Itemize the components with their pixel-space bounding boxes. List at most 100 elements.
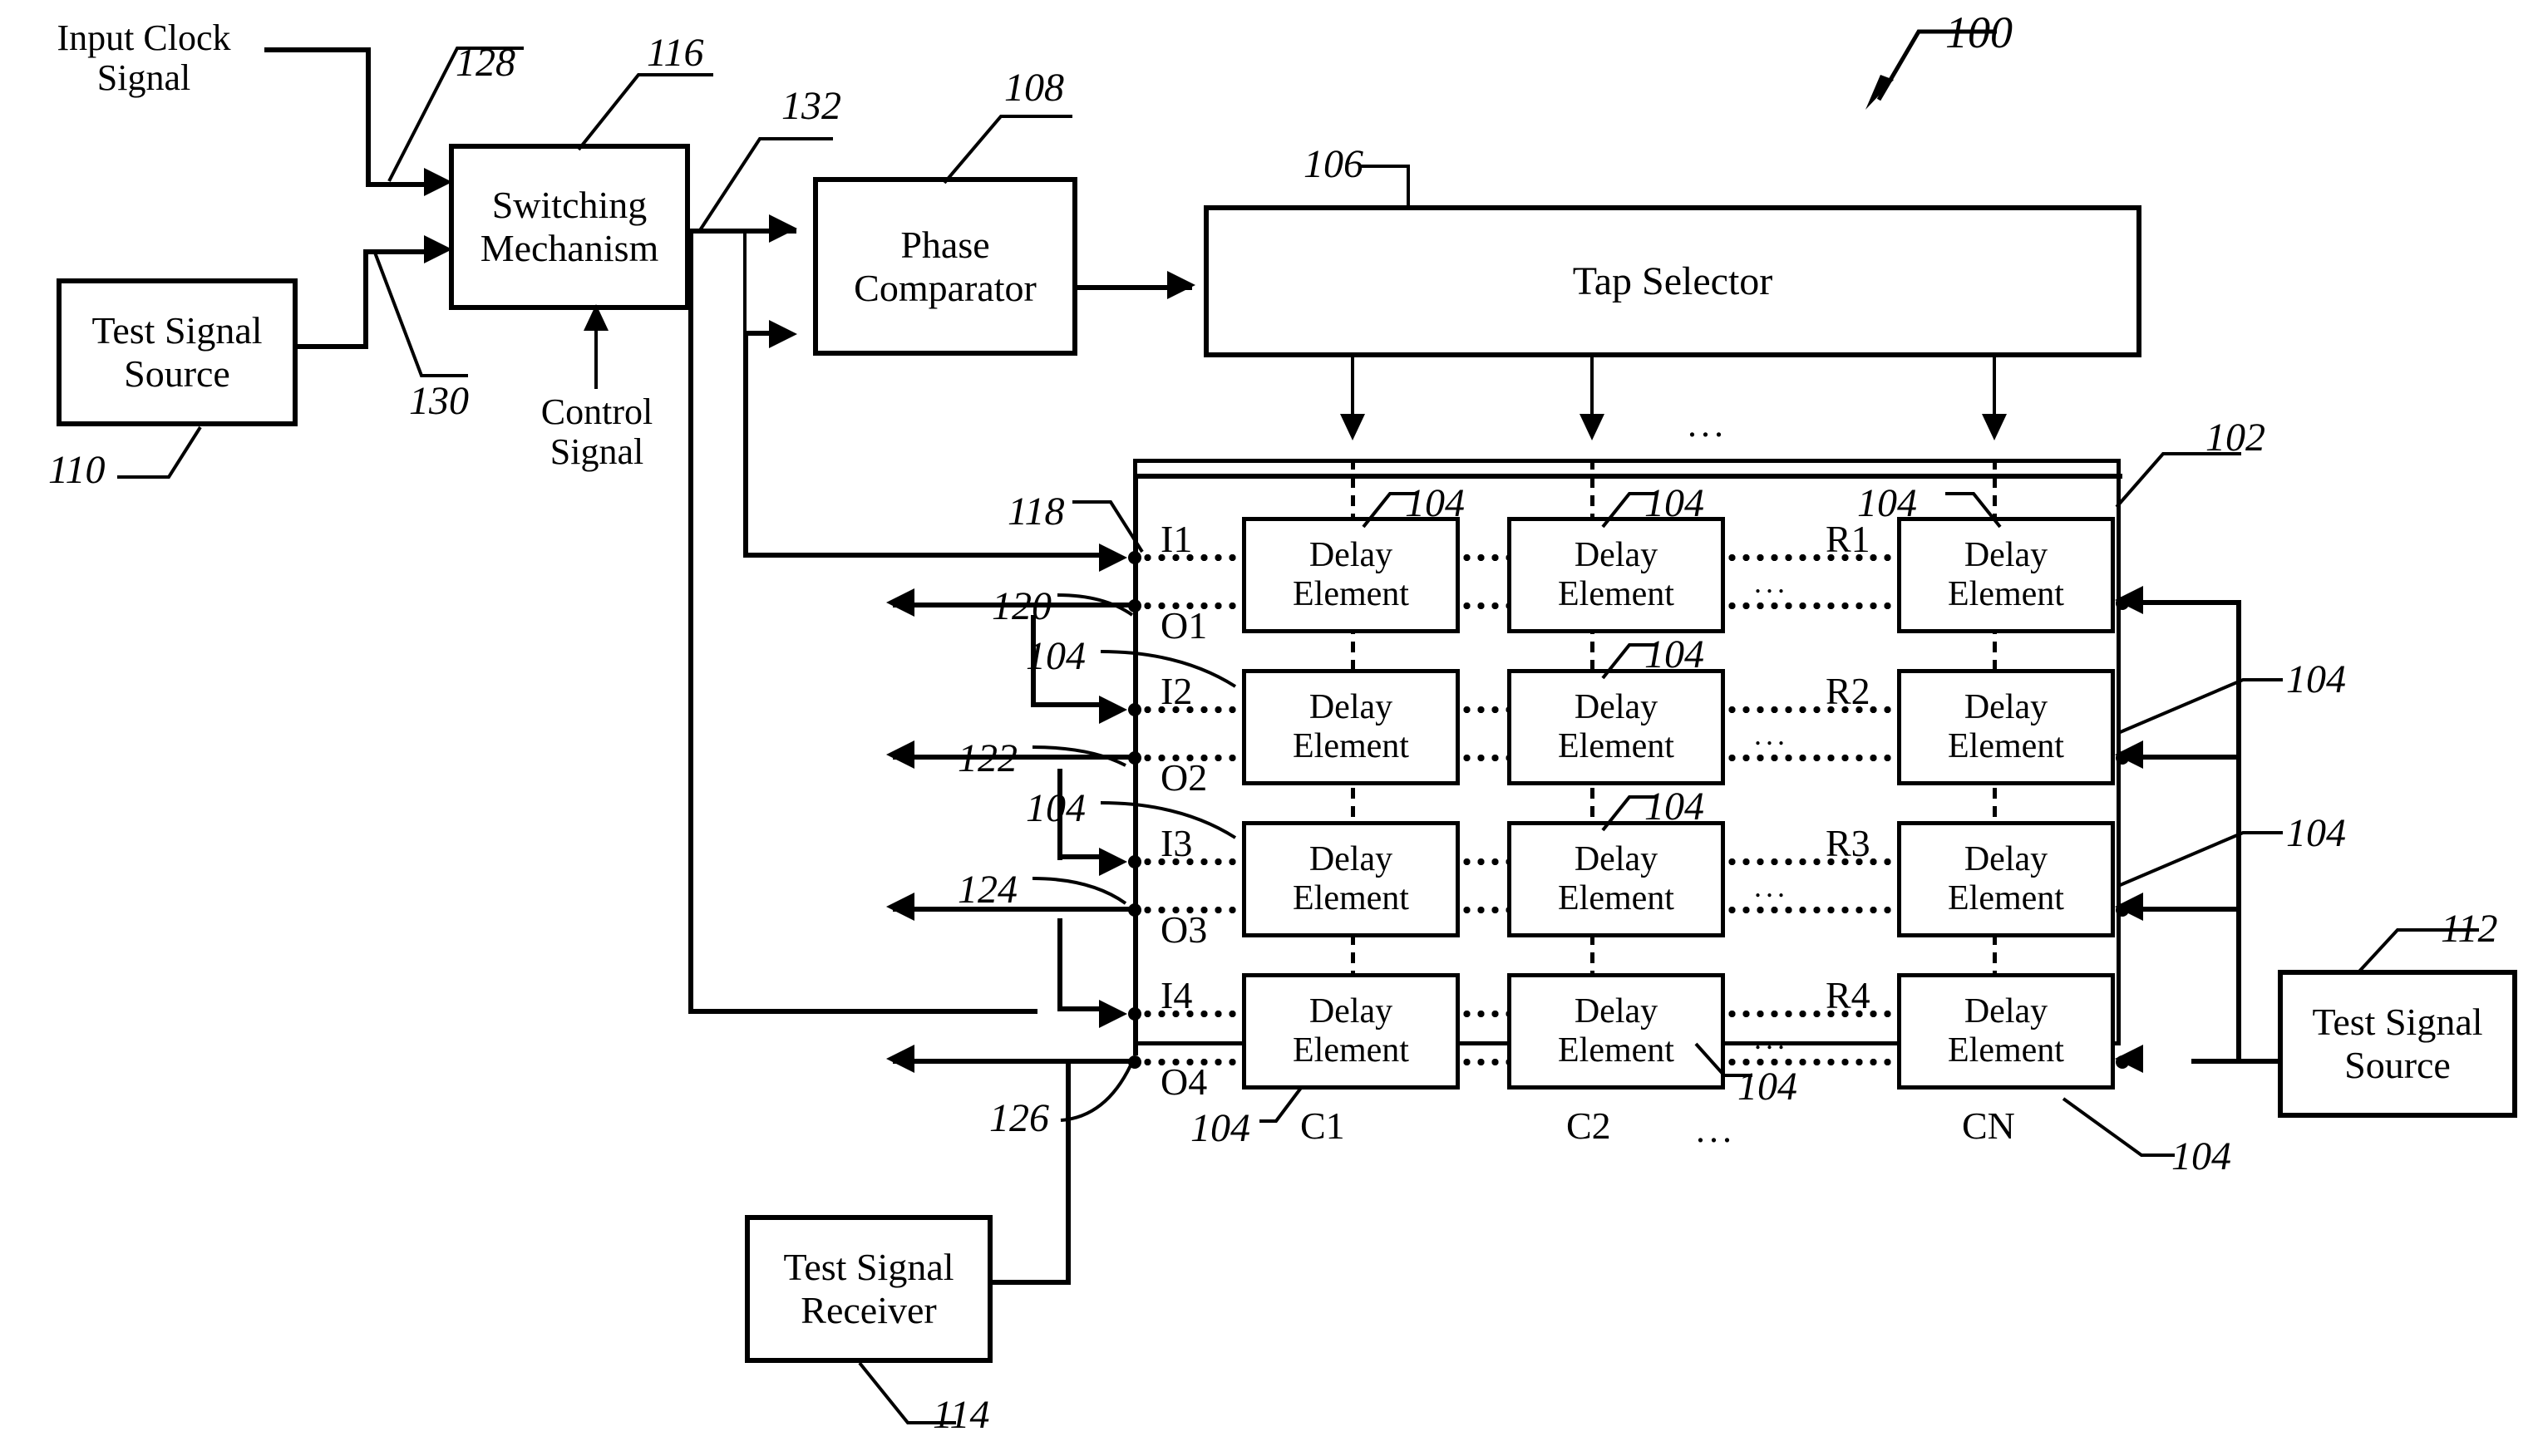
clock-wire-v (366, 47, 371, 187)
ref-104-r4c1: 104 (1190, 1106, 1250, 1150)
ref-100: 100 (1945, 7, 2013, 57)
dot-r3-c2cn-top (1725, 858, 1897, 865)
ref-102: 102 (2205, 416, 2265, 460)
delay-element-r2cn[interactable]: Delay Element (1897, 669, 2115, 785)
ref-104-r3cn-leader (2117, 823, 2289, 894)
tss-right-wire-h3 (2143, 907, 2241, 912)
i2-input-arrowhead (1099, 696, 1127, 724)
port-label-o1: O1 (1161, 604, 1208, 647)
i4-input-arrowhead (1099, 1000, 1127, 1028)
o1-out-arrowhead (886, 588, 914, 617)
ref-104-r3c2-leader (1599, 792, 1663, 839)
dot-r1-c2cn-top (1725, 554, 1897, 561)
o4-out-arrowhead (886, 1045, 914, 1073)
tss-left-wire-h1 (296, 344, 368, 349)
port-label-o2: O2 (1161, 756, 1208, 799)
switching-mechanism-box[interactable]: Switching Mechanism (449, 144, 690, 310)
switch-out-branch-v2 (743, 234, 747, 333)
ref-104-o1-area: 104 (1026, 634, 1086, 678)
control-signal-label: Control Signal (540, 391, 653, 473)
tap-col1-arrowhead (1340, 414, 1365, 440)
delay-element-r2c2[interactable]: Delay Element (1507, 669, 1725, 785)
i2-feed-h (1031, 702, 1107, 707)
ref-120-leader (1057, 592, 1141, 625)
node-i2 (1128, 703, 1141, 716)
ref-104-r1c2-leader (1599, 489, 1663, 535)
ref-104-r1c1-leader (1360, 489, 1423, 535)
row1-ellipsis: ... (1754, 566, 1789, 599)
dot-r2-c2cn-bot (1725, 755, 1897, 761)
ref-106: 106 (1304, 142, 1363, 186)
node-r4 (2116, 1055, 2129, 1069)
tap-coln-arrowhead (1982, 414, 2007, 440)
node-r2 (2116, 751, 2129, 765)
i1-feed-wire (743, 553, 1102, 558)
o2-out-arrowhead (886, 740, 914, 769)
dot-r2-c1c2-top (1460, 706, 1508, 713)
tap-col2-arrowhead (1580, 414, 1604, 440)
port-label-o4: O4 (1161, 1060, 1208, 1103)
ref-118: 118 (1008, 489, 1065, 534)
port-label-r2: R2 (1826, 670, 1870, 712)
delay-element-r3cn[interactable]: Delay Element (1897, 821, 2115, 937)
ref-104-o2-leader (1100, 798, 1242, 848)
dot-r1-c2cn-bot (1725, 603, 1897, 609)
dot-r3-c1c2-top (1460, 858, 1508, 865)
ref-104-r2c2-leader (1599, 640, 1663, 686)
col-label-c2: C2 (1566, 1104, 1611, 1147)
node-r1 (2116, 597, 2129, 610)
i4-feed-v (1057, 918, 1062, 1010)
ref-104-r1cn: 104 (1857, 481, 1917, 525)
ref-126: 126 (989, 1096, 1049, 1140)
delay-element-r4cn[interactable]: Delay Element (1897, 973, 2115, 1090)
patent-figure: Input Clock Signal 128 Test Signal Sourc… (0, 0, 2543, 1456)
port-label-r4: R4 (1826, 974, 1870, 1016)
dot-r2-c1c2-bot (1460, 755, 1508, 761)
control-signal-wire (594, 324, 598, 389)
dot-r4-c1c2-top (1460, 1011, 1508, 1017)
control-signal-arrowhead (584, 304, 609, 331)
port-label-i4: I4 (1161, 974, 1193, 1016)
ref-110: 110 (48, 448, 106, 492)
dot-r4-c2cn-top (1725, 1011, 1897, 1017)
tss-left-wire-v (363, 249, 368, 349)
delay-element-r3c1[interactable]: Delay Element (1242, 821, 1460, 937)
ref-128: 128 (456, 41, 515, 85)
delay-element-r3c2[interactable]: Delay Element (1507, 821, 1725, 937)
tss-right-bus-v (2236, 600, 2241, 1062)
ref-104-r2cn-leader (2117, 670, 2289, 741)
phase-comparator-box[interactable]: Phase Comparator (813, 177, 1077, 356)
row3-ellipsis: ... (1754, 870, 1789, 903)
switch-out-branch-v (688, 229, 693, 1014)
ref-130: 130 (409, 379, 469, 423)
test-signal-receiver-box[interactable]: Test Signal Receiver (745, 1215, 993, 1363)
o3-out-arrowhead (886, 893, 914, 921)
tap-selector-box[interactable]: Tap Selector (1204, 205, 2141, 357)
ref-108: 108 (1004, 66, 1064, 110)
ref-104-r4cn-leader (2062, 1095, 2180, 1163)
delay-element-r1c1[interactable]: Delay Element (1242, 517, 1460, 633)
dot-r3-c1c2-bot (1460, 907, 1508, 913)
test-signal-source-right-box[interactable]: Test Signal Source (2278, 970, 2517, 1118)
array-top-edge (1133, 474, 2122, 479)
i3-feed-h (1057, 854, 1107, 859)
ref-124-leader (1032, 875, 1134, 913)
col-labels-ellipsis: ... (1696, 1109, 1736, 1150)
tss-right-wire-h1 (2143, 600, 2241, 605)
ref-104-r2cn: 104 (2286, 657, 2346, 701)
ref-132: 132 (781, 84, 841, 128)
node-r3 (2116, 903, 2129, 917)
ref-118-leader (1072, 495, 1147, 562)
pc-out-arrowhead (1167, 271, 1195, 299)
delay-element-r4c1[interactable]: Delay Element (1242, 973, 1460, 1090)
ref-104-o2-area: 104 (1026, 786, 1086, 830)
ref-104-o1-leader (1100, 647, 1242, 696)
row2-ellipsis: ... (1754, 718, 1789, 751)
delay-element-r2c1[interactable]: Delay Element (1242, 669, 1460, 785)
ref-124: 124 (958, 868, 1018, 912)
ref-122-leader (1032, 744, 1134, 777)
test-signal-source-left-box[interactable]: Test Signal Source (57, 278, 298, 426)
tss-right-wire-h2 (2143, 755, 2241, 760)
ref-104-r1cn-leader (1942, 489, 2007, 535)
ref-104-r4c1-leader (1259, 1085, 1323, 1131)
